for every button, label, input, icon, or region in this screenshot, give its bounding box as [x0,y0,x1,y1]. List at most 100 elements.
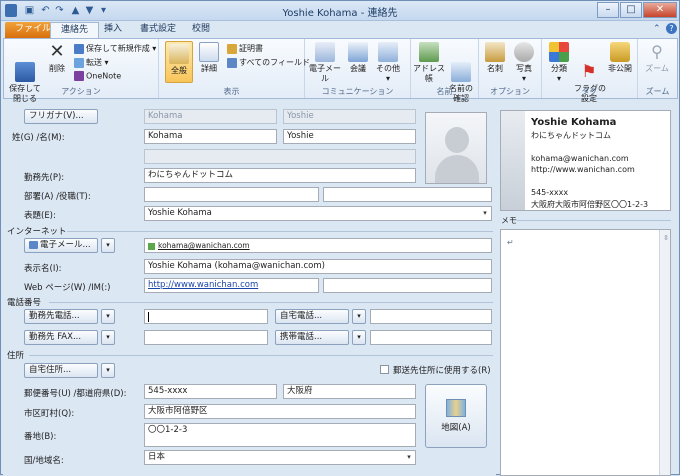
title-bar: ▣ ↶ ↷ ▲ ▼ ▾ Yoshie Kohama - 連絡先 – □ ✕ [1,1,679,21]
address-book-button[interactable]: アドレス帳 [413,42,445,84]
ribbon-tabs: ファイル 連絡先 挿入 書式設定 校閲 ⌃ ? [1,21,679,38]
mobile-phone-button[interactable]: 携帯電話... [275,330,349,345]
forward-icon [74,57,84,68]
job-title-field[interactable] [323,187,492,202]
onenote-button[interactable]: OneNote [74,71,121,81]
email-value: kohama@wanichan.com [158,241,250,250]
display-label: 表示名(I): [24,264,62,274]
work-phone-field[interactable] [144,309,268,324]
tab-contact[interactable]: 連絡先 [50,22,100,38]
furigana-button[interactable]: フリガナ(V)... [24,109,98,124]
memo-divider [517,220,671,221]
fileas-combo[interactable]: Yoshie Kohama ▾ [144,206,492,221]
tab-insert[interactable]: 挿入 [94,22,132,38]
company-label: 勤務先(P): [24,173,65,183]
work-phone-button[interactable]: 勤務先電話... [24,309,98,324]
magnifier-icon: ⚲ [651,42,663,61]
check-names-icon [451,62,471,82]
private-button[interactable]: 非公開 [606,42,634,74]
group-options-label: オプション [490,87,530,96]
meeting-button[interactable]: 会議 [346,42,370,74]
collapse-ribbon-icon[interactable]: ⌃ [653,24,661,34]
furigana-first-field[interactable]: Yoshie [283,109,416,124]
email-icon [315,42,335,62]
street-label: 番地(B): [24,432,57,442]
close-button[interactable]: ✕ [643,2,677,18]
group-names: アドレス帳 名前の 確認 名前 [411,39,479,103]
name-extra-field[interactable] [144,149,416,164]
home-phone-dropdown[interactable]: ▾ [352,309,366,324]
memo-ruler-icon[interactable]: ⇳ [663,234,669,242]
picture-button[interactable]: 写真 ▾ [510,42,538,84]
zoom-button[interactable]: ⚲ ズーム [642,42,672,74]
map-icon [446,399,466,417]
follow-up-button[interactable]: ⚑ フラグの 設定 [574,42,606,114]
tab-format[interactable]: 書式設定 [130,22,186,38]
zip-field[interactable]: 545-xxxx [144,384,277,399]
avatar-body-icon [435,155,479,183]
memo-field[interactable]: ↵ ⇳ [500,229,671,476]
country-combo[interactable]: 日本 ▾ [144,450,416,465]
certificate-button[interactable]: 証明書 [227,43,263,54]
forward-button[interactable]: 転送 ▾ [74,57,109,68]
web-page-field[interactable]: http://www.wanichan.com [144,278,319,293]
email-card-icon [29,240,38,249]
memo-scrollbar[interactable] [659,230,670,475]
company-field[interactable]: わにちゃんドットコム [144,168,416,183]
phone-section-label: 電話番号 [7,298,42,308]
home-address-button[interactable]: 自宅住所... [24,363,98,378]
tab-review[interactable]: 校閲 [182,22,220,38]
home-phone-field[interactable] [370,309,492,324]
city-label: 市区町村(Q): [24,409,75,419]
last-name-field[interactable]: Kohama [144,129,277,144]
business-card-button[interactable]: 名刺 [482,42,508,74]
detail-button[interactable]: 詳細 [197,42,221,74]
group-action: 保存して 閉じる ✕ 削除 保存して新規作成 ▾ 転送 ▾ OneNote アクシ… [4,39,159,103]
email-button-field[interactable]: 電子メール... [24,238,98,253]
email-button[interactable]: 電子メール [307,42,343,84]
display-name-field[interactable]: Yoshie Kohama (kohama@wanichan.com) [144,259,492,274]
mobile-phone-field[interactable] [370,330,492,345]
country-dropdown-icon[interactable]: ▾ [403,451,415,464]
maximize-button[interactable]: □ [620,2,642,18]
mobile-phone-dropdown[interactable]: ▾ [352,330,366,345]
fileas-dropdown-icon[interactable]: ▾ [479,207,491,220]
contact-photo[interactable] [425,112,487,184]
home-address-dropdown[interactable]: ▾ [101,363,115,378]
work-fax-dropdown[interactable]: ▾ [101,330,115,345]
email-dropdown[interactable]: ▾ [101,238,115,253]
dept-label: 部署(A) /役職(T): [24,192,91,202]
zip-label: 郵便番号(U) /都道府県(D): [24,389,127,399]
email-field[interactable]: kohama@wanichan.com [144,238,492,253]
save-new-icon [74,43,84,54]
help-icon[interactable]: ? [666,23,677,34]
business-card-icon [485,42,505,62]
categorize-icon [549,42,569,62]
work-phone-dropdown[interactable]: ▾ [101,309,115,324]
memo-content: ↵ [507,238,514,247]
delete-button[interactable]: ✕ 削除 [45,42,69,74]
group-options: 名刺 写真 ▾ オプション [479,39,542,98]
group-show-label: 表示 [223,87,240,96]
all-fields-icon [227,57,237,68]
categorize-button[interactable]: 分類 ▾ [546,42,572,84]
general-button[interactable]: 全般 [165,41,193,83]
save-new-button[interactable]: 保存して新規作成 ▾ [74,43,156,54]
minimize-button[interactable]: – [597,2,619,18]
all-fields-button[interactable]: すべてのフィールド [227,57,310,68]
prefecture-field[interactable]: 大阪府 [283,384,416,399]
other-button[interactable]: その他 ▾ [373,42,403,84]
business-card-preview[interactable]: Yoshie Kohama わにちゃんドットコム kohama@wanichan… [500,110,671,211]
home-phone-button[interactable]: 自宅電話... [275,309,349,324]
work-fax-button[interactable]: 勤務先 FAX... [24,330,98,345]
department-field[interactable] [144,187,319,202]
city-field[interactable]: 大阪市阿倍野区 [144,404,416,419]
first-name-field[interactable]: Yoshie [283,129,416,144]
map-button[interactable]: 地図(A) [425,384,487,448]
street-field[interactable]: 〇〇1-2-3 [144,423,416,447]
address-book-icon [419,42,439,62]
work-fax-field[interactable] [144,330,268,345]
furigana-last-field[interactable]: Kohama [144,109,277,124]
mailing-address-checkbox[interactable] [380,365,389,374]
im-address-field[interactable] [323,278,492,293]
